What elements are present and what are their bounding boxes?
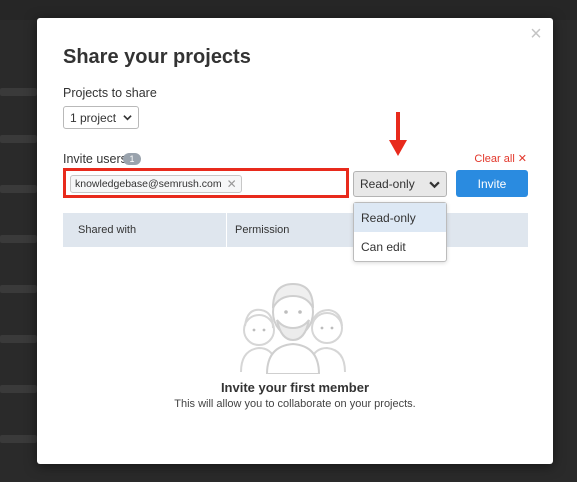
modal-title: Share your projects <box>63 46 251 68</box>
background-text <box>0 285 37 293</box>
background-text <box>0 135 37 143</box>
invite-count-badge: 1 <box>123 153 141 165</box>
invite-email-input[interactable]: knowledgebase@semrush.com ✕ <box>63 168 349 198</box>
dropdown-option-can-edit[interactable]: Can edit <box>354 232 446 261</box>
email-chip-text: knowledgebase@semrush.com <box>75 178 222 190</box>
projects-select[interactable]: 1 project <box>63 106 140 129</box>
background-text <box>0 88 37 96</box>
dropdown-option-read-only[interactable]: Read-only <box>354 203 446 232</box>
close-icon[interactable]: × <box>528 24 544 44</box>
empty-state-title: Invite your first member <box>220 380 370 395</box>
permission-select[interactable]: Read-only <box>353 171 447 197</box>
invite-users-label: Invite users <box>63 152 127 166</box>
background-text <box>0 385 37 393</box>
background-text <box>0 435 37 443</box>
team-illustration <box>240 282 346 374</box>
projects-label: Projects to share <box>63 86 157 100</box>
permission-dropdown-menu: Read-only Can edit <box>353 202 447 262</box>
permission-select-value: Read-only <box>360 177 415 191</box>
chevron-down-icon <box>123 115 132 121</box>
background-text <box>0 185 37 193</box>
invite-button[interactable]: Invite <box>456 170 528 197</box>
background-text <box>0 235 37 243</box>
chevron-down-icon <box>429 181 440 188</box>
background-text <box>0 335 37 343</box>
clear-all-link[interactable]: Clear all ✕ <box>474 152 527 165</box>
close-icon: ✕ <box>517 153 527 165</box>
empty-state-description: This will allow you to collaborate on yo… <box>174 398 416 410</box>
members-table-header: Shared with Permission <box>63 213 528 247</box>
background-topbar <box>0 0 577 20</box>
email-chip: knowledgebase@semrush.com ✕ <box>70 175 242 193</box>
column-header-permission: Permission <box>235 224 290 236</box>
share-projects-modal: × Share your projects Projects to share … <box>37 18 553 464</box>
remove-chip-icon[interactable]: ✕ <box>227 177 237 191</box>
clear-all-label: Clear all <box>474 153 515 165</box>
red-arrow-annotation <box>389 112 407 156</box>
projects-select-value: 1 project <box>70 110 117 125</box>
column-header-shared-with: Shared with <box>63 213 227 247</box>
